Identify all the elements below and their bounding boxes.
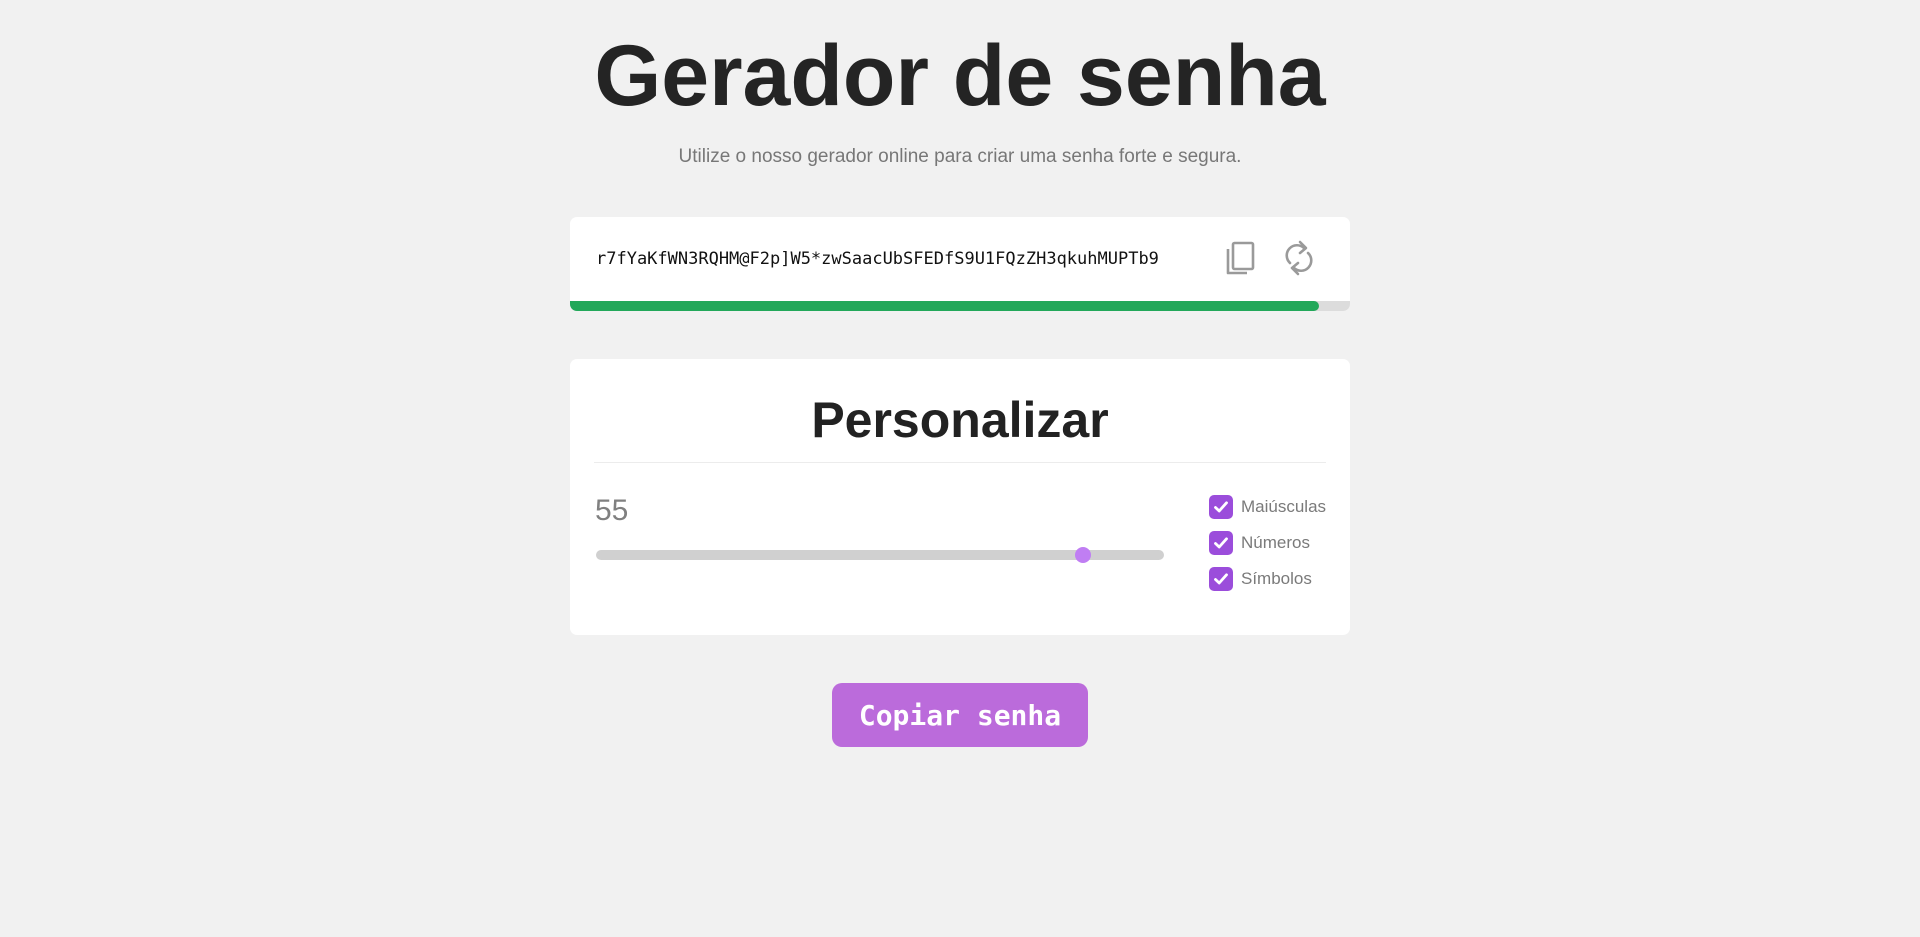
password-strength-bar [570, 301, 1350, 311]
refresh-icon [1285, 240, 1313, 276]
symbols-checkbox[interactable] [1209, 567, 1233, 591]
character-options: Maiúsculas Números Símbolos [1209, 494, 1326, 602]
check-icon [1214, 573, 1228, 585]
customize-divider [594, 462, 1326, 463]
regenerate-password-icon-button[interactable] [1278, 237, 1320, 279]
copy-password-button[interactable]: Copiar senha [832, 683, 1088, 747]
check-icon [1214, 537, 1228, 549]
customize-card: Personalizar 55 Maiúsculas Números Símbo… [570, 359, 1350, 635]
check-icon [1214, 501, 1228, 513]
customize-title: Personalizar [811, 392, 1109, 448]
page-title: Gerador de senha [594, 28, 1326, 124]
symbols-label: Símbolos [1241, 569, 1312, 588]
option-uppercase[interactable]: Maiúsculas [1209, 494, 1326, 520]
copy-icon [1226, 241, 1255, 275]
numbers-checkbox[interactable] [1209, 531, 1233, 555]
password-generator-page: Gerador de senha Utilize o nosso gerador… [0, 0, 1920, 937]
password-card: r7fYaKfWN3RQHM@F2p]W5*zwSaacUbSFEDfS9U1F… [570, 217, 1350, 311]
password-length-value: 55 [595, 494, 629, 527]
option-symbols[interactable]: Símbolos [1209, 566, 1326, 592]
slider-thumb[interactable] [1074, 547, 1091, 563]
password-strength-fill [570, 301, 1319, 311]
password-length-slider[interactable] [596, 547, 1164, 563]
page-subtitle: Utilize o nosso gerador online para cria… [678, 146, 1242, 167]
uppercase-label: Maiúsculas [1241, 497, 1327, 516]
option-numbers[interactable]: Números [1209, 530, 1326, 556]
copy-password-icon-button[interactable] [1220, 237, 1262, 279]
uppercase-checkbox[interactable] [1209, 495, 1233, 519]
password-output[interactable]: r7fYaKfWN3RQHM@F2p]W5*zwSaacUbSFEDfS9U1F… [596, 249, 1159, 269]
numbers-label: Números [1241, 533, 1310, 552]
